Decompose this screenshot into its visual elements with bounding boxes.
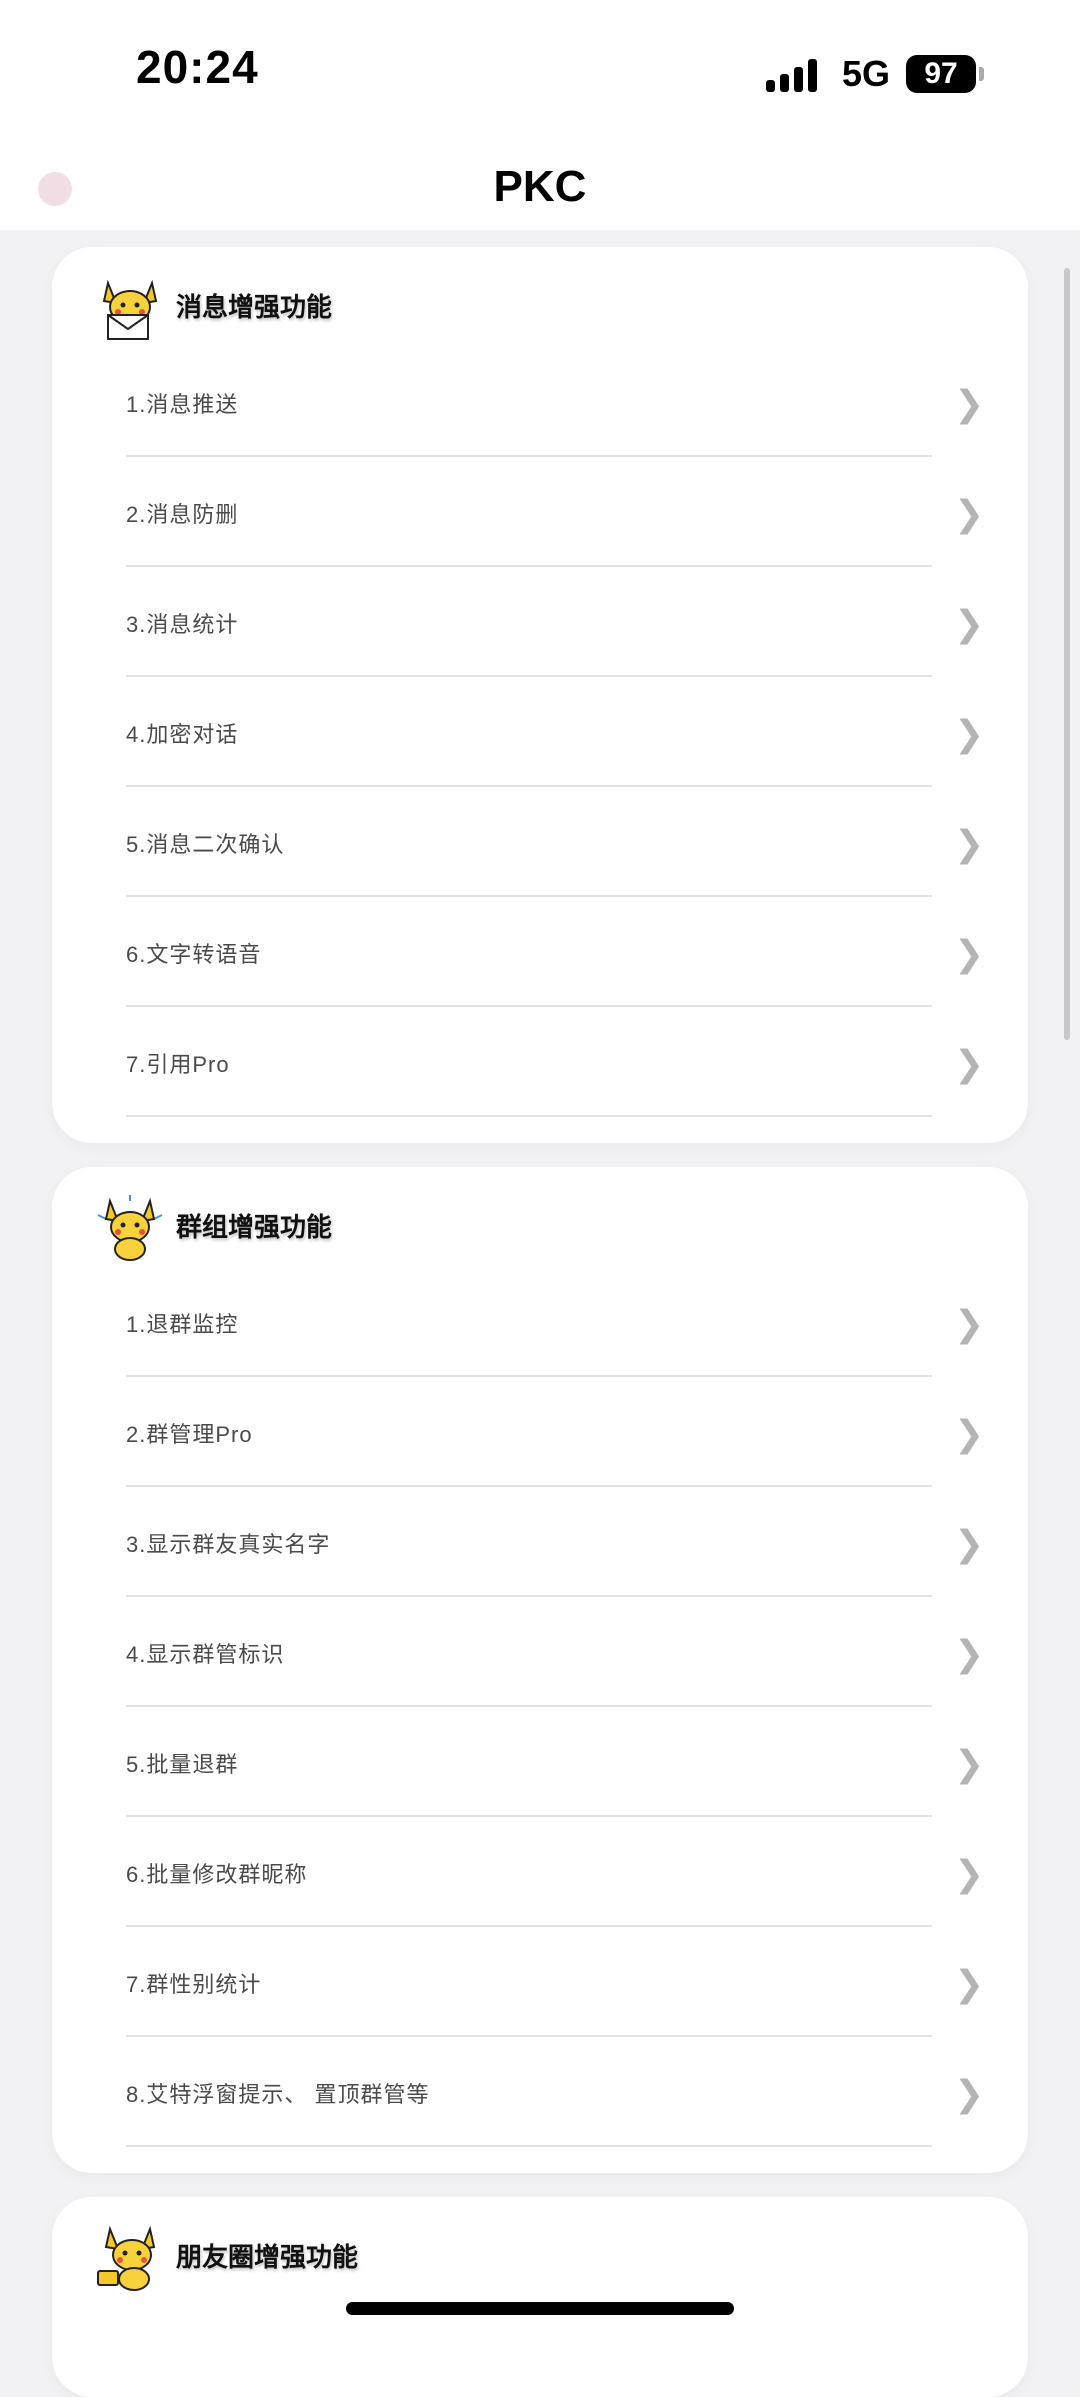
- chevron-right-icon: ❯: [954, 493, 985, 534]
- section-title: 消息增强功能: [176, 292, 333, 322]
- chevron-right-icon: ❯: [954, 823, 985, 864]
- section-card-message: 消息增强功能 1.消息推送 ❯ 2.消息防删 ❯ 3.消息统计 ❯ 4.加密对话…: [52, 247, 1028, 1143]
- pikachu-mail-icon: [102, 279, 158, 340]
- pikachu-sparkle-icon: [97, 1195, 163, 1261]
- list-item-label: 3.显示群友真实名字: [126, 1532, 331, 1557]
- list-item-text-to-speech[interactable]: 6.文字转语音 ❯: [52, 897, 1028, 1007]
- chevron-right-icon: ❯: [954, 1523, 985, 1564]
- chevron-right-icon: ❯: [954, 1413, 985, 1454]
- list-item-label: 5.消息二次确认: [126, 832, 285, 857]
- top-bar: 20:24 5G 97 PKC: [0, 0, 1080, 230]
- section-title: 朋友圈增强功能: [176, 2242, 359, 2272]
- section-header: 消息增强功能: [52, 247, 1028, 347]
- list-item-batch-rename[interactable]: 6.批量修改群昵称 ❯: [52, 1817, 1028, 1927]
- chevron-right-icon: ❯: [954, 1743, 985, 1784]
- list-item-leave-monitor[interactable]: 1.退群监控 ❯: [52, 1267, 1028, 1377]
- list-item-encrypted-chat[interactable]: 4.加密对话 ❯: [52, 677, 1028, 787]
- list-item-mention-popup[interactable]: 8.艾特浮窗提示、 置顶群管等 ❯: [52, 2037, 1028, 2147]
- status-time: 20:24: [136, 41, 259, 93]
- chevron-right-icon: ❯: [954, 713, 985, 754]
- list-item-label: 3.消息统计: [126, 612, 239, 637]
- section-card-group: 群组增强功能 1.退群监控 ❯ 2.群管理Pro ❯ 3.显示群友真实名字 ❯ …: [52, 1167, 1028, 2173]
- list-item-label: 7.群性别统计: [126, 1972, 262, 1997]
- network-type: 5G: [841, 53, 890, 94]
- section-header: 朋友圈增强功能: [52, 2197, 1028, 2297]
- chevron-right-icon: ❯: [954, 1963, 985, 2004]
- chevron-right-icon: ❯: [954, 933, 985, 974]
- signal-icon: [765, 56, 822, 92]
- list-item-anti-delete[interactable]: 2.消息防删 ❯: [52, 457, 1028, 567]
- section-header: 群组增强功能: [52, 1167, 1028, 1267]
- pikachu-card-icon: [97, 2225, 156, 2291]
- home-indicator: [346, 2302, 734, 2315]
- list-item-label: 7.引用Pro: [126, 1052, 230, 1077]
- list-item-label: 6.批量修改群昵称: [126, 1862, 308, 1887]
- list-item-label: 8.艾特浮窗提示、 置顶群管等: [126, 2082, 430, 2107]
- battery-icon: 97: [906, 55, 976, 93]
- section-title: 群组增强功能: [176, 1212, 333, 1242]
- chevron-right-icon: ❯: [954, 1853, 985, 1894]
- list-item-group-admin-pro[interactable]: 2.群管理Pro ❯: [52, 1377, 1028, 1487]
- chevron-right-icon: ❯: [954, 1303, 985, 1344]
- section-card-moments: 朋友圈增强功能: [52, 2197, 1028, 2397]
- status-indicators: 5G 97: [765, 52, 984, 96]
- list-item-admin-badge[interactable]: 4.显示群管标识 ❯: [52, 1597, 1028, 1707]
- list-item-label: 5.批量退群: [126, 1752, 239, 1777]
- scrollbar[interactable]: [1064, 268, 1070, 1040]
- list-item-label: 4.加密对话: [126, 722, 239, 747]
- list-item-label: 1.消息推送: [126, 392, 239, 417]
- battery-tip: [979, 67, 984, 81]
- list-item-label: 4.显示群管标识: [126, 1642, 285, 1667]
- list-item-label: 2.群管理Pro: [126, 1422, 253, 1447]
- list-item-message-push[interactable]: 1.消息推送 ❯: [52, 347, 1028, 457]
- chevron-right-icon: ❯: [954, 383, 985, 424]
- list-item-quote-pro[interactable]: 7.引用Pro ❯: [52, 1007, 1028, 1117]
- chevron-right-icon: ❯: [954, 2073, 985, 2114]
- list-item-double-confirm[interactable]: 5.消息二次确认 ❯: [52, 787, 1028, 897]
- list-item-real-names[interactable]: 3.显示群友真实名字 ❯: [52, 1487, 1028, 1597]
- chevron-right-icon: ❯: [954, 1043, 985, 1084]
- page-title: PKC: [493, 162, 587, 211]
- divider: [126, 1115, 932, 1117]
- list-item-label: 2.消息防删: [126, 502, 239, 527]
- list-item-gender-stats[interactable]: 7.群性别统计 ❯: [52, 1927, 1028, 2037]
- list-item-label: 6.文字转语音: [126, 942, 262, 967]
- chevron-right-icon: ❯: [954, 1633, 985, 1674]
- list-item-label: 1.退群监控: [126, 1312, 239, 1337]
- chevron-right-icon: ❯: [954, 603, 985, 644]
- divider: [126, 2145, 932, 2147]
- list-item-batch-leave[interactable]: 5.批量退群 ❯: [52, 1707, 1028, 1817]
- list-item-message-stats[interactable]: 3.消息统计 ❯: [52, 567, 1028, 677]
